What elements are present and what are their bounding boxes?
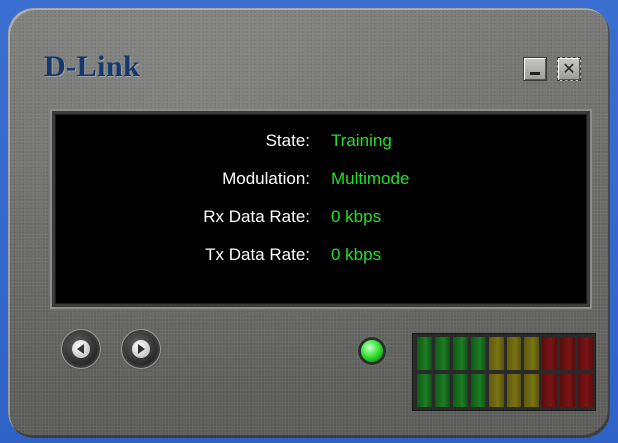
minimize-button[interactable] xyxy=(523,57,547,81)
next-icon xyxy=(132,340,150,358)
link-status-led-icon xyxy=(361,340,383,362)
meter-segment xyxy=(524,374,540,407)
meter-segment xyxy=(542,337,558,370)
tx-rate-row: Tx Data Rate: 0 kbps xyxy=(55,245,587,269)
meter-segment xyxy=(560,374,576,407)
meter-segment xyxy=(578,374,594,407)
meter-segment xyxy=(488,337,504,370)
meter-segment xyxy=(417,374,432,407)
close-icon: ✕ xyxy=(562,59,576,78)
meter-segment xyxy=(434,374,450,407)
tx-rate-label: Tx Data Rate: xyxy=(205,245,310,264)
meter-segment xyxy=(506,337,522,370)
meter-row-top xyxy=(417,337,594,370)
status-display: State: Training Modulation: Multimode Rx… xyxy=(52,111,590,307)
state-value: Training xyxy=(331,131,392,150)
meter-row-bottom xyxy=(417,374,594,407)
modulation-row: Modulation: Multimode xyxy=(55,169,587,193)
meter-segment xyxy=(560,337,576,370)
meter-segment xyxy=(452,337,468,370)
tx-rate-value: 0 kbps xyxy=(331,245,382,264)
dsl-monitor-window: D-Link ✕ State: Training Modulation: Mul… xyxy=(8,8,610,438)
state-label: State: xyxy=(265,131,310,150)
close-button[interactable]: ✕ xyxy=(557,57,581,81)
rx-rate-value: 0 kbps xyxy=(331,207,382,226)
meter-segment xyxy=(506,374,522,407)
meter-segment xyxy=(452,374,468,407)
rx-rate-label: Rx Data Rate: xyxy=(203,207,310,226)
dlink-logo: D-Link xyxy=(44,50,141,83)
signal-level-meter xyxy=(412,333,596,411)
previous-button[interactable] xyxy=(64,332,98,366)
meter-segment xyxy=(470,374,486,407)
modulation-value: Multimode xyxy=(331,169,410,188)
meter-segment xyxy=(542,374,558,407)
rx-rate-row: Rx Data Rate: 0 kbps xyxy=(55,207,587,231)
meter-segment xyxy=(578,337,594,370)
meter-segment xyxy=(524,337,540,370)
meter-segment xyxy=(417,337,432,370)
state-row: State: Training xyxy=(55,131,587,155)
modulation-label: Modulation: xyxy=(222,169,310,188)
meter-segment xyxy=(488,374,504,407)
meter-segment xyxy=(470,337,486,370)
minimize-icon xyxy=(530,71,540,75)
previous-icon xyxy=(72,340,90,358)
next-button[interactable] xyxy=(124,332,158,366)
meter-segment xyxy=(434,337,450,370)
